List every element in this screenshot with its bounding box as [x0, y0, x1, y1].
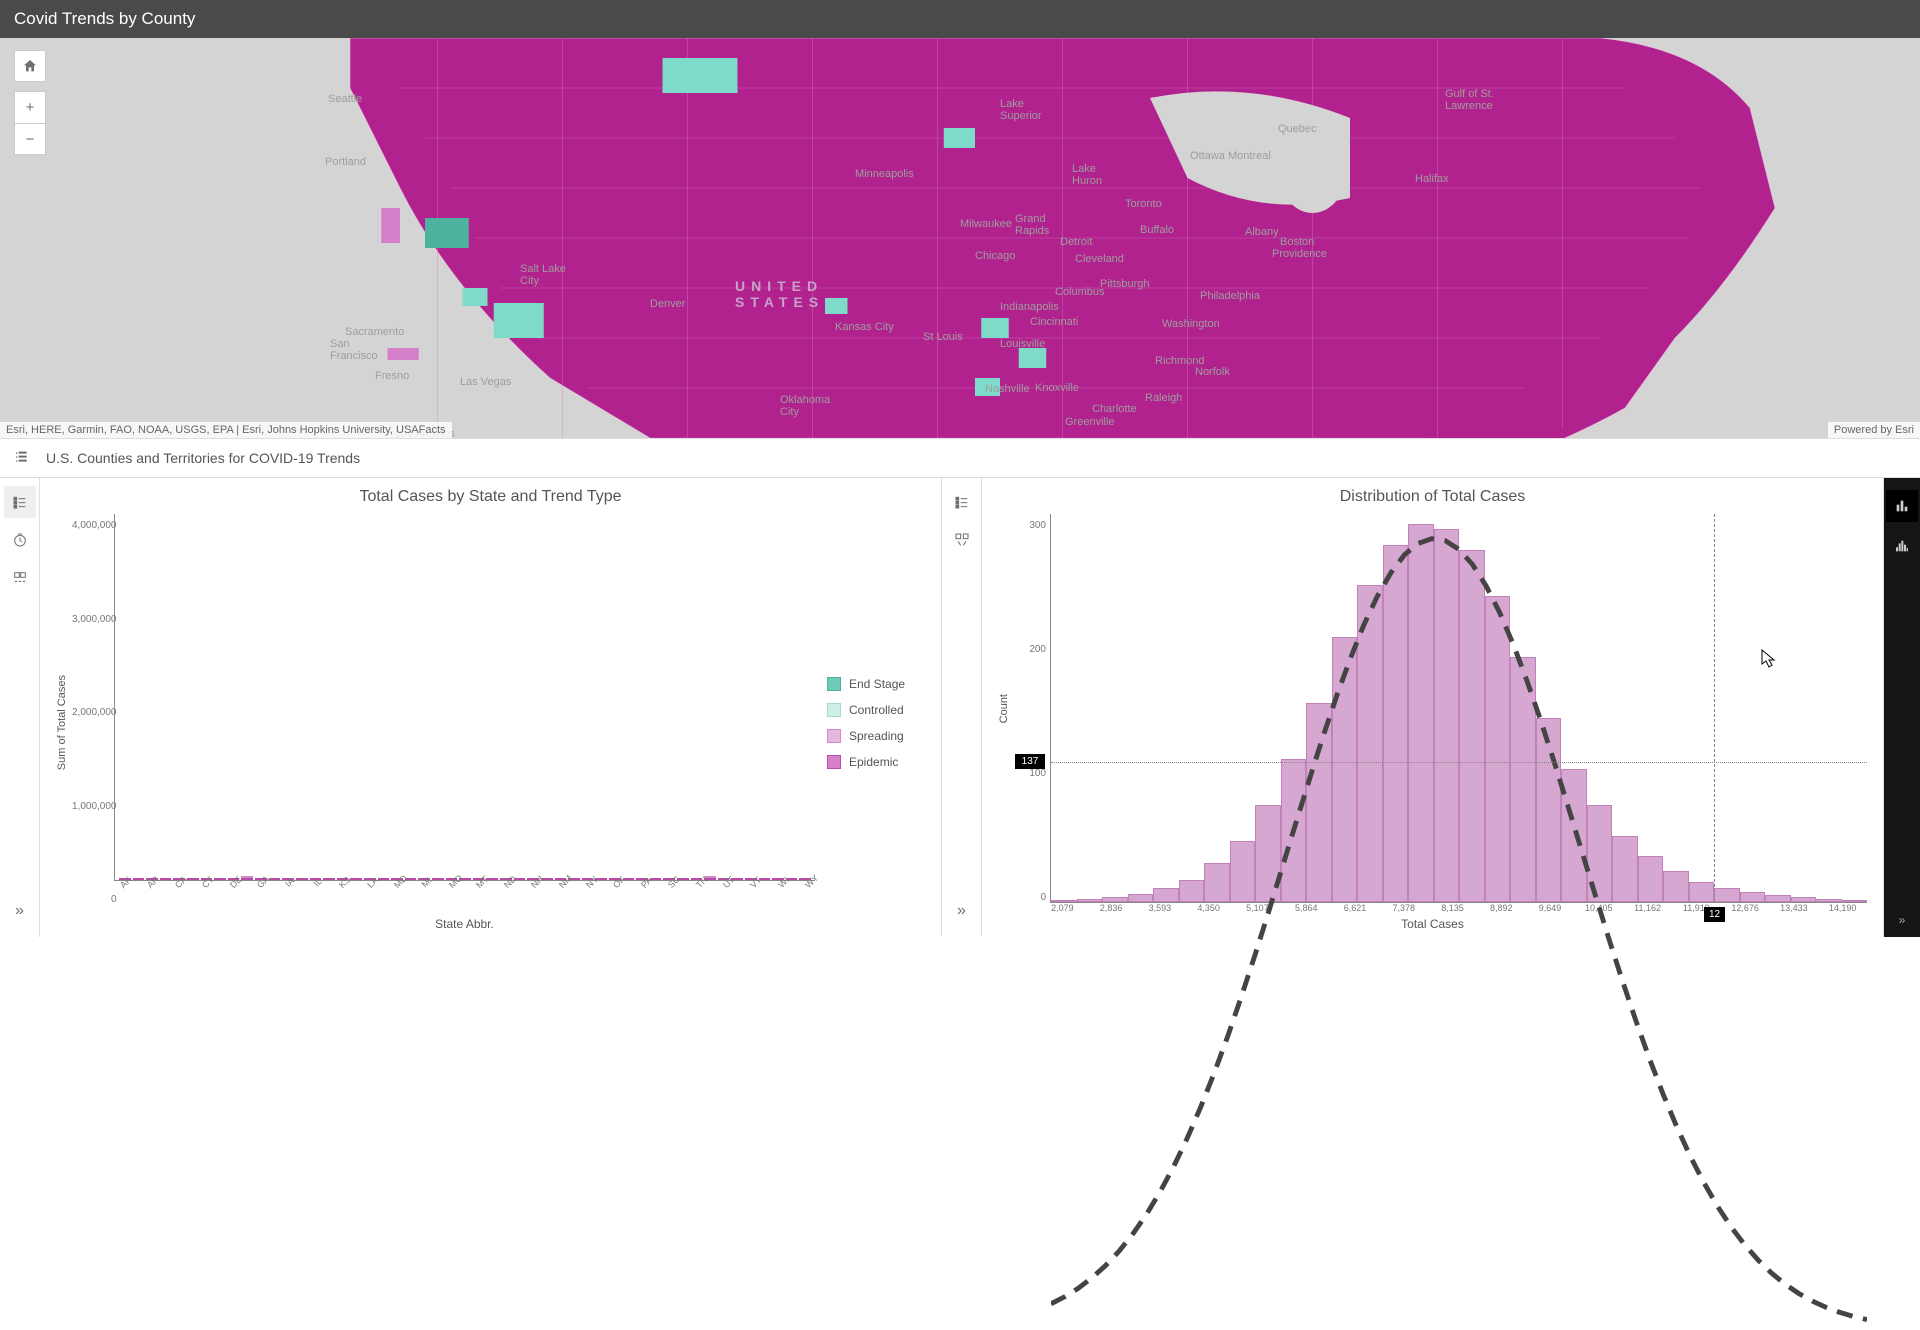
y-axis-label: Sum of Total Cases	[56, 675, 68, 770]
chart-left-title: Total Cases by State and Trend Type	[56, 488, 925, 506]
hist-bin[interactable]	[1459, 550, 1485, 902]
collapse-rail-button[interactable]: »	[1899, 913, 1906, 927]
hist-x-ticks: 2,0792,8363,5934,3505,1075,8646,6217,378…	[998, 903, 1867, 913]
panel-right-sidebar: »	[942, 478, 982, 937]
hist-bin[interactable]	[1332, 637, 1358, 902]
hist-bin[interactable]	[1689, 882, 1715, 902]
zoom-out-button[interactable]: −	[14, 123, 46, 155]
panel-left: » Total Cases by State and Trend Type Su…	[0, 478, 942, 937]
hist-bin[interactable]	[1306, 703, 1332, 902]
hist-bin[interactable]	[1153, 888, 1179, 902]
time-button[interactable]	[4, 524, 36, 556]
hist-bars	[1051, 514, 1867, 902]
hist-bin[interactable]	[1357, 585, 1383, 902]
expand-sidebar-button[interactable]: »	[946, 895, 978, 927]
hist-bin[interactable]	[1383, 545, 1409, 902]
map-powered-by: Powered by Esri	[1828, 422, 1920, 438]
panel-right: » Distribution of Total Cases Count 3002…	[942, 478, 1884, 937]
legend-toggle-button[interactable]	[4, 486, 36, 518]
map-controls: + −	[14, 50, 46, 155]
hist-bin[interactable]	[1485, 596, 1511, 902]
hist-bin[interactable]	[1510, 657, 1536, 902]
hist-bin[interactable]	[1102, 897, 1128, 902]
panel-left-sidebar: »	[0, 478, 40, 937]
layer-list-icon[interactable]	[14, 449, 30, 468]
hist-bin[interactable]	[1408, 524, 1434, 902]
dashboard: » Total Cases by State and Trend Type Su…	[0, 478, 1920, 937]
home-icon	[22, 58, 38, 74]
ref-x-badge: 12	[1704, 907, 1725, 922]
expand-sidebar-button[interactable]: »	[4, 895, 36, 927]
layer-name: U.S. Counties and Territories for COVID-…	[46, 450, 360, 466]
hist-bin[interactable]	[1230, 841, 1256, 902]
hist-x-label: Total Cases	[998, 917, 1867, 931]
hist-bin[interactable]	[1536, 718, 1562, 902]
hist-bin[interactable]	[1638, 856, 1664, 902]
hist-bin[interactable]	[1255, 805, 1281, 902]
hist-bin[interactable]	[1434, 529, 1460, 902]
hist-bin[interactable]	[1077, 899, 1103, 902]
legend-toggle-button[interactable]	[946, 486, 978, 518]
map-home-button[interactable]	[14, 50, 46, 82]
legend-item[interactable]: End Stage	[827, 677, 925, 691]
hist-bin[interactable]	[1561, 769, 1587, 902]
stats-button[interactable]	[946, 524, 978, 556]
hist-bin[interactable]	[1204, 863, 1230, 902]
hist-bin[interactable]	[1663, 871, 1689, 902]
zoom-group: + −	[14, 91, 46, 155]
hist-bin[interactable]	[1765, 895, 1791, 902]
right-rail: »	[1884, 478, 1920, 937]
ref-line-v	[1714, 514, 1715, 902]
hist-bin[interactable]	[1128, 894, 1154, 902]
legend-item[interactable]: Spreading	[827, 729, 925, 743]
hist-plot: 137 12	[1050, 514, 1867, 903]
chart-left-row: Sum of Total Cases 4,000,0003,000,0002,0…	[56, 514, 925, 931]
hist-bin[interactable]	[1179, 880, 1205, 902]
map-view[interactable]: + − UNITEDST	[0, 38, 1920, 438]
bar-chart-card-button[interactable]	[1886, 490, 1918, 522]
hist-bin[interactable]	[1740, 892, 1766, 902]
x-axis-label: State Abbr.	[114, 917, 815, 931]
hist-bin[interactable]	[1816, 899, 1842, 902]
chart-right-title: Distribution of Total Cases	[998, 488, 1867, 506]
app-title: Covid Trends by County	[14, 9, 195, 29]
hist-y-label: Count	[998, 694, 1010, 723]
hist-bin[interactable]	[1281, 759, 1307, 902]
layer-bar: U.S. Counties and Territories for COVID-…	[0, 438, 1920, 478]
us-choropleth	[250, 38, 1920, 438]
histogram-chart[interactable]: Count 3002001000 137 12	[998, 514, 1867, 903]
hist-y-ticks: 3002001000	[1014, 514, 1050, 903]
bar-plot	[114, 514, 815, 881]
legend-item[interactable]: Epidemic	[827, 755, 925, 769]
zoom-in-button[interactable]: +	[14, 91, 46, 123]
hist-bin[interactable]	[1612, 836, 1638, 902]
bar-chart[interactable]: Sum of Total Cases 4,000,0003,000,0002,0…	[56, 514, 815, 931]
hist-bin[interactable]	[1791, 897, 1817, 902]
hist-bin[interactable]	[1714, 888, 1740, 902]
hist-bin[interactable]	[1842, 900, 1868, 902]
settings-button[interactable]	[4, 562, 36, 594]
histogram-card-button[interactable]	[1886, 530, 1918, 562]
chart-right-row: Count 3002001000 137 12	[998, 514, 1867, 931]
ref-y-badge: 137	[1015, 754, 1045, 769]
bar-legend: End Stage Controlled Spreading Epidemic	[815, 514, 925, 931]
legend-item[interactable]: Controlled	[827, 703, 925, 717]
map-attribution: Esri, HERE, Garmin, FAO, NOAA, USGS, EPA…	[0, 422, 452, 438]
panel-left-body: Total Cases by State and Trend Type Sum …	[40, 478, 941, 937]
hist-bin[interactable]	[1051, 900, 1077, 902]
x-ticks: AKARCACTDEGAIAILKSLAMDMIMOMTNDNHNMNYOKPA…	[114, 881, 815, 913]
panel-right-body: Distribution of Total Cases Count 300200…	[982, 478, 1883, 937]
ref-line-h	[1051, 762, 1867, 763]
hist-bin[interactable]	[1587, 805, 1613, 902]
app-header: Covid Trends by County	[0, 0, 1920, 38]
